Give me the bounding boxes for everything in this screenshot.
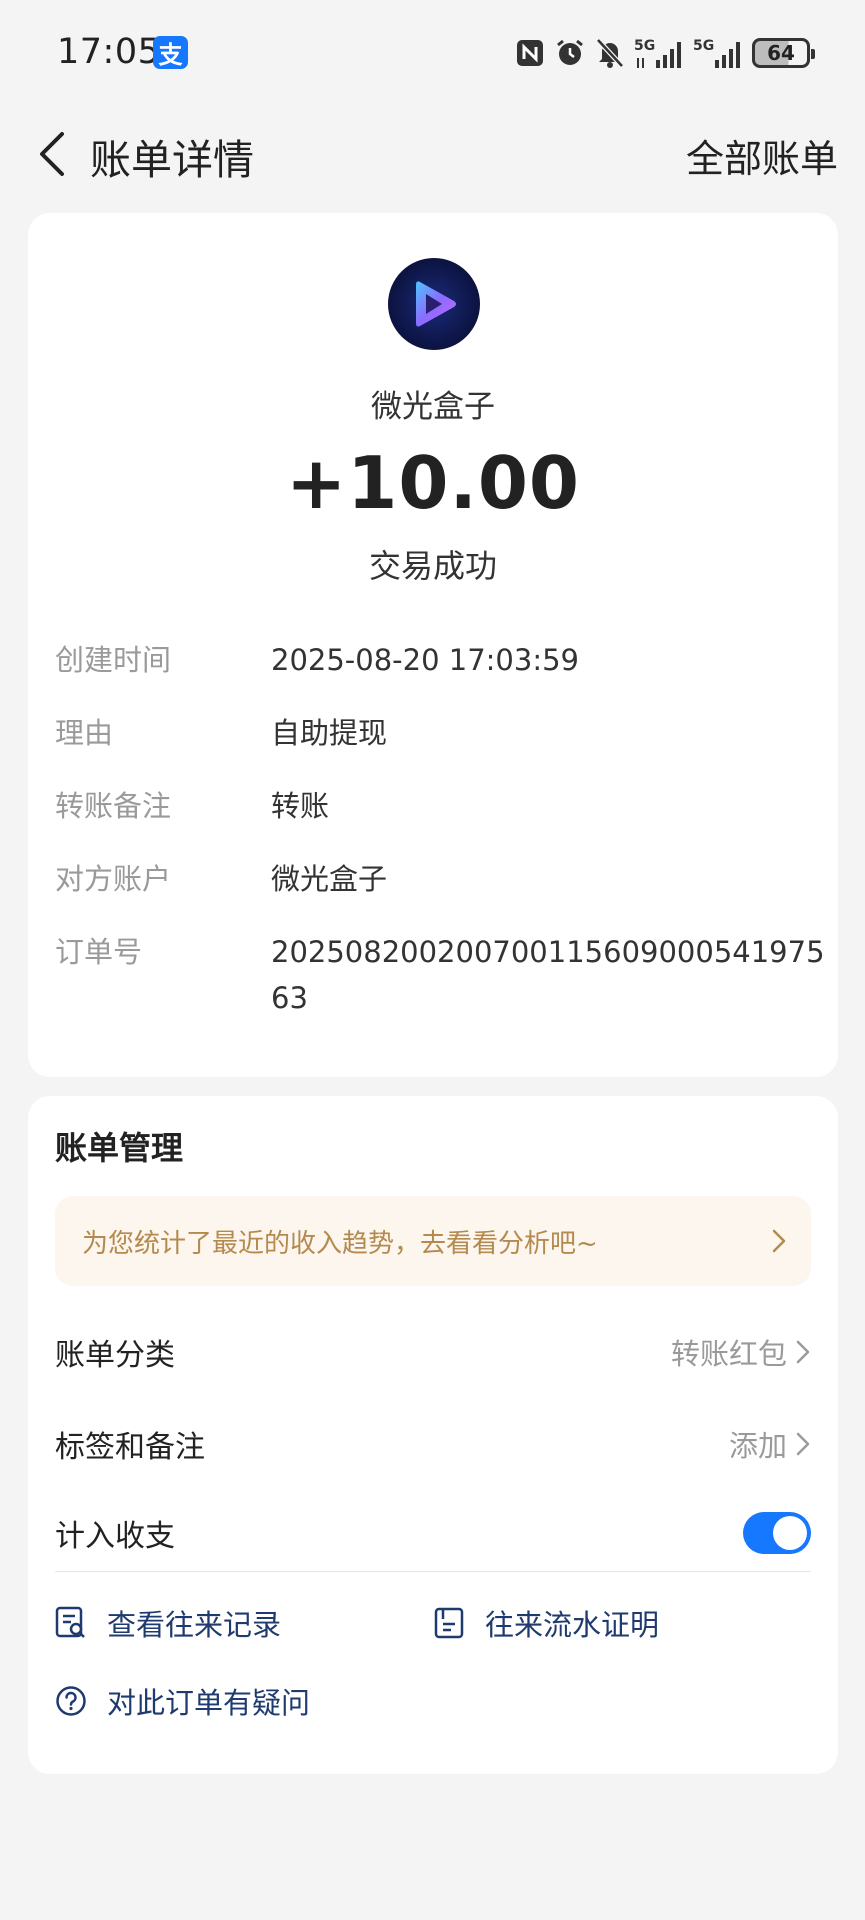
svg-text:5G: 5G <box>693 38 714 54</box>
tags-notes-label: 标签和备注 <box>55 1430 205 1465</box>
tags-notes-row[interactable]: 标签和备注 添加 <box>55 1414 811 1474</box>
detail-value: 微光盒子 <box>271 862 388 896</box>
statement-icon <box>434 1607 464 1639</box>
order-question-link[interactable]: 对此订单有疑问 <box>55 1680 310 1722</box>
bill-management-card: 账单管理 为您统计了最近的收入趋势，去看看分析吧~ 账单分类 转账红包 标签和备… <box>28 1096 838 1774</box>
record-search-icon <box>55 1606 85 1638</box>
order-number-value[interactable]: 20250820020070011560900054197563 <box>271 929 831 1021</box>
detail-value: 转账 <box>271 789 330 823</box>
count-in-stats-toggle[interactable] <box>743 1512 811 1554</box>
play-icon <box>416 281 456 327</box>
battery-icon: 64 <box>752 38 815 68</box>
statement-proof-link[interactable]: 往来流水证明 <box>433 1602 659 1644</box>
insight-text: 为您统计了最近的收入趋势，去看看分析吧~ <box>82 1228 598 1259</box>
view-history-link[interactable]: 查看往来记录 <box>55 1602 281 1644</box>
nav-bar: 账单详情 全部账单 <box>0 100 865 210</box>
tags-notes-value: 添加 <box>728 1429 787 1463</box>
income-insight-banner[interactable]: 为您统计了最近的收入趋势，去看看分析吧~ <box>55 1196 811 1286</box>
transaction-card: 微光盒子 +10.00 交易成功 创建时间 2025-08-20 17:03:5… <box>28 213 838 1077</box>
order-question-text: 对此订单有疑问 <box>107 1686 311 1720</box>
chevron-left-icon <box>40 132 64 176</box>
merchant-logo <box>388 258 480 350</box>
alarm-icon <box>554 37 586 69</box>
detail-value: 2025-08-20 17:03:59 <box>271 643 579 677</box>
back-button[interactable] <box>22 118 82 190</box>
detail-label: 对方账户 <box>55 862 172 896</box>
bill-category-value: 转账红包 <box>670 1337 787 1371</box>
tags-notes-right: 添加 <box>729 1423 811 1465</box>
question-icon <box>56 1686 86 1716</box>
chevron-right-icon <box>772 1229 786 1253</box>
bill-category-row[interactable]: 账单分类 转账红包 <box>55 1322 811 1382</box>
count-in-stats-row: 计入收支 <box>55 1503 811 1563</box>
nfc-icon <box>515 38 545 68</box>
detail-label: 理由 <box>55 716 114 750</box>
divider <box>55 1571 811 1572</box>
status-time: 17:05 <box>57 32 161 72</box>
section-title: 账单管理 <box>55 1129 184 1167</box>
status-bar: 17:05 支 5G 5G 64 <box>0 0 865 100</box>
page-title: 账单详情 <box>90 136 254 184</box>
alipay-notification-icon: 支 <box>153 36 188 69</box>
merchant-name: 微光盒子 <box>371 389 495 425</box>
all-bills-link[interactable]: 全部账单 <box>686 128 838 183</box>
chevron-right-icon <box>796 1432 810 1456</box>
mute-bell-icon <box>595 37 625 69</box>
signal-5g-icon-2: 5G <box>693 36 743 70</box>
status-icons: 5G 5G 64 <box>515 34 815 72</box>
transaction-status: 交易成功 <box>368 547 497 585</box>
bill-category-label: 账单分类 <box>55 1338 175 1373</box>
chevron-right-icon <box>796 1340 810 1364</box>
detail-label: 创建时间 <box>55 643 172 677</box>
transaction-amount: +10.00 <box>285 441 581 525</box>
view-history-text: 查看往来记录 <box>107 1608 282 1642</box>
statement-proof-text: 往来流水证明 <box>485 1608 660 1642</box>
detail-label: 订单号 <box>55 935 143 969</box>
detail-label: 转账备注 <box>55 789 172 823</box>
signal-5g-icon-1: 5G <box>634 36 684 70</box>
detail-value: 自助提现 <box>271 716 388 750</box>
bill-category-right: 转账红包 <box>671 1331 811 1373</box>
toggle-knob <box>773 1516 807 1550</box>
battery-level: 64 <box>767 41 795 65</box>
count-in-stats-label: 计入收支 <box>55 1519 175 1554</box>
svg-text:5G: 5G <box>634 38 655 54</box>
